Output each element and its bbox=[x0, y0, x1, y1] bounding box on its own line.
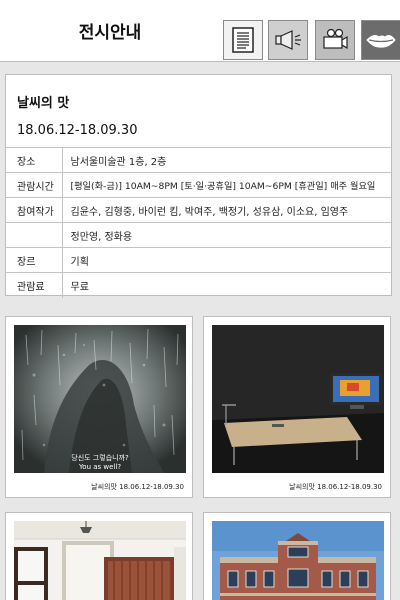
video-guide-button[interactable] bbox=[315, 20, 355, 60]
row-hours: 관람시간 [평일(화-금)] 10AM~8PM [토·일·공휴일] 10AM~6… bbox=[6, 172, 391, 198]
thumbnail-caption: 날씨의맛 18.06.12-18.09.30 bbox=[91, 483, 184, 491]
thumbnail-caption: 날씨의맛 18.06.12-18.09.30 bbox=[289, 483, 382, 491]
page-title: 전시안내 bbox=[78, 23, 142, 43]
row-label: 참여작가 bbox=[6, 197, 63, 223]
gallery-item-building[interactable] bbox=[203, 512, 391, 600]
row-value: 기획 bbox=[62, 247, 391, 273]
gallery-item-installation[interactable]: 날씨의맛 18.06.12-18.09.30 bbox=[203, 316, 391, 498]
row-value: 정만영, 정화용 bbox=[62, 222, 391, 248]
row-label: 관람료 bbox=[6, 272, 63, 298]
poster-text-english: You as well? bbox=[78, 463, 122, 471]
poster-text-korean: 당신도 그렇습니까? bbox=[71, 454, 129, 462]
museum-building-image bbox=[212, 521, 384, 600]
row-label: 장르 bbox=[6, 247, 63, 273]
row-label: 관람시간 bbox=[6, 172, 63, 198]
exhibition-period: 18.06.12-18.09.30 bbox=[17, 123, 138, 138]
rain-window-image: 당신도 그렇습니까? You as well? bbox=[14, 325, 186, 473]
megaphone-icon bbox=[275, 30, 301, 50]
row-value: 무료 bbox=[62, 272, 391, 298]
exhibition-info-card: 날씨의 맛 18.06.12-18.09.30 장소 남서울미술관 1층, 2층… bbox=[5, 74, 392, 298]
document-icon bbox=[232, 27, 254, 53]
gallery-item-interior[interactable] bbox=[5, 512, 193, 600]
row-label bbox=[6, 222, 63, 248]
row-admission: 관람료 무료 bbox=[6, 272, 391, 298]
row-value: 김윤수, 김형중, 바이런 킴, 박여주, 백정기, 성유삼, 이소요, 임영주 bbox=[62, 197, 391, 223]
row-artists: 참여작가 김윤수, 김형중, 바이런 킴, 박여주, 백정기, 성유삼, 이소요… bbox=[6, 197, 391, 223]
gallery-interior-image bbox=[14, 521, 186, 600]
lips-icon bbox=[366, 35, 396, 48]
row-genre: 장르 기획 bbox=[6, 247, 391, 273]
row-value: 남서울미술관 1층, 2층 bbox=[62, 147, 391, 173]
exhibition-details-table: 장소 남서울미술관 1층, 2층 관람시간 [평일(화-금)] 10AM~8PM… bbox=[6, 147, 391, 298]
row-label: 장소 bbox=[6, 147, 63, 173]
text-guide-button[interactable] bbox=[223, 20, 263, 60]
sign-language-button[interactable] bbox=[361, 20, 400, 60]
header-bar: 전시안내 bbox=[0, 0, 400, 62]
row-artists-cont: 정만영, 정화용 bbox=[6, 222, 391, 248]
installation-view-image bbox=[212, 325, 384, 473]
video-camera-icon bbox=[323, 28, 348, 50]
audio-guide-button[interactable] bbox=[268, 20, 308, 60]
gallery-item-poster[interactable]: 당신도 그렇습니까? You as well? 날씨의맛 18.06.12-18… bbox=[5, 316, 193, 498]
row-value: [평일(화-금)] 10AM~8PM [토·일·공휴일] 10AM~6PM [휴… bbox=[62, 172, 391, 198]
row-venue: 장소 남서울미술관 1층, 2층 bbox=[6, 147, 391, 173]
exhibition-title: 날씨의 맛 bbox=[17, 96, 70, 111]
